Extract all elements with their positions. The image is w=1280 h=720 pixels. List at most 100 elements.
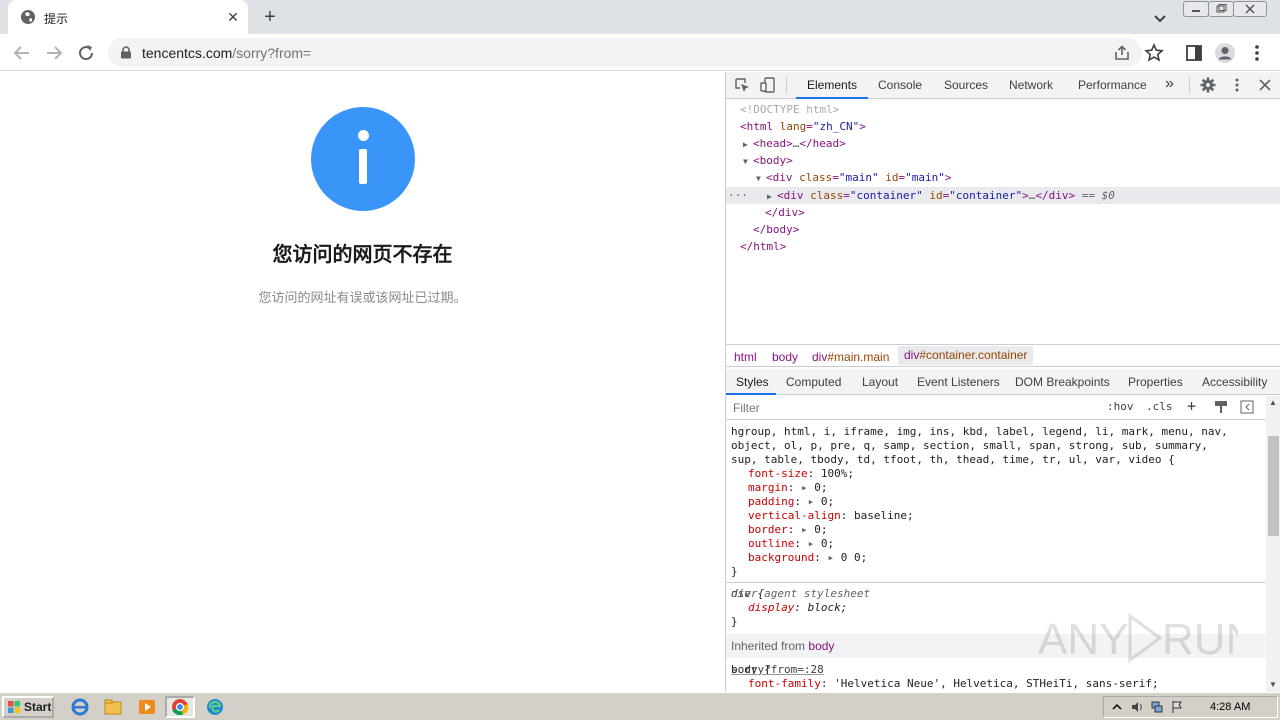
expand-shorthand-icon[interactable]: ▸ — [827, 551, 840, 564]
tab-console[interactable]: Console — [878, 78, 922, 92]
address-bar[interactable]: tencentcs.com/sorry?from= — [108, 38, 1142, 67]
tab-performance[interactable]: Performance — [1078, 78, 1147, 92]
inspect-element-icon[interactable] — [734, 77, 750, 93]
tab-dom-breakpoints[interactable]: DOM Breakpoints — [1015, 375, 1110, 389]
devtools-tab-bar: Elements Console Sources Network Perform… — [726, 72, 1280, 99]
media-player-icon[interactable] — [136, 697, 158, 717]
expand-shorthand-icon[interactable]: ▸ — [801, 523, 814, 536]
collapse-triangle-icon[interactable]: ▼ — [743, 153, 753, 170]
selected-node-marker: == $0 — [1081, 189, 1115, 202]
side-panel-icon[interactable] — [1183, 42, 1205, 64]
css-declaration[interactable]: font-family: 'Helvetica Neue', Helvetica… — [748, 677, 1159, 691]
more-tabs-icon[interactable]: » — [1165, 75, 1174, 93]
tab-properties[interactable]: Properties — [1128, 375, 1183, 389]
new-tab-button[interactable]: + — [258, 5, 282, 29]
tab-network[interactable]: Network — [1009, 78, 1053, 92]
dom-node-head[interactable]: ▶ <head>…</head> — [726, 135, 1280, 152]
kebab-menu-icon[interactable] — [1246, 42, 1268, 64]
expand-shorthand-icon[interactable]: ▸ — [801, 481, 814, 494]
close-devtools-icon[interactable] — [1257, 77, 1273, 93]
css-declaration[interactable]: padding: ▸ 0; — [748, 495, 834, 509]
styles-scrollbar[interactable]: ▲ ▼ — [1266, 396, 1280, 692]
breadcrumb-html[interactable]: html — [734, 350, 757, 364]
css-declaration[interactable]: font-size: 100%; — [748, 467, 854, 481]
toggle-sidebar-icon[interactable] — [1240, 400, 1254, 414]
hover-state-toggle[interactable]: :hov — [1107, 400, 1134, 413]
tab-close-icon[interactable]: ✕ — [224, 8, 242, 26]
dom-node-close-body[interactable]: </body> — [726, 221, 1280, 238]
internet-explorer-icon[interactable] — [69, 697, 91, 717]
css-declaration[interactable]: vertical-align: baseline; — [748, 509, 914, 523]
scroll-up-arrow-icon[interactable]: ▲ — [1269, 398, 1277, 407]
url-text[interactable]: tencentcs.com/sorry?from= — [142, 45, 311, 61]
paint-brush-icon[interactable] — [1214, 400, 1228, 414]
new-rule-icon[interactable]: + — [1187, 397, 1196, 415]
dom-node-body[interactable]: ▼ <body> — [726, 152, 1280, 169]
lock-icon[interactable] — [120, 46, 132, 59]
reload-icon[interactable] — [74, 41, 98, 65]
css-close-brace: } — [731, 565, 738, 578]
bookmark-star-icon[interactable] — [1143, 42, 1165, 64]
expand-triangle-icon[interactable]: ▶ — [743, 136, 753, 153]
collapse-triangle-icon[interactable]: ▼ — [756, 170, 766, 187]
expand-shorthand-icon[interactable]: ▸ — [808, 495, 821, 508]
css-declaration[interactable]: outline: ▸ 0; — [748, 537, 834, 551]
css-selector-line[interactable]: sup, table, tbody, td, tfoot, th, thead,… — [731, 453, 1175, 467]
tab-computed[interactable]: Computed — [786, 375, 841, 389]
system-clock[interactable]: 4:28 AM — [1210, 701, 1250, 713]
url-path: /sorry?from= — [232, 45, 312, 61]
tab-event-listeners[interactable]: Event Listeners — [917, 375, 1000, 389]
css-declaration[interactable]: border: ▸ 0; — [748, 523, 828, 537]
tab-elements[interactable]: Elements — [807, 78, 857, 92]
tab-sources[interactable]: Sources — [944, 78, 988, 92]
tab-styles[interactable]: Styles — [736, 375, 769, 389]
tab-layout[interactable]: Layout — [862, 375, 898, 389]
chevron-up-icon[interactable] — [1110, 700, 1124, 714]
start-button[interactable]: Start — [2, 696, 54, 718]
css-declaration[interactable]: background: ▸ 0 0; — [748, 551, 867, 565]
scroll-down-arrow-icon[interactable]: ▼ — [1269, 680, 1277, 689]
css-selector-line[interactable]: hgroup, html, i, iframe, img, ins, kbd, … — [731, 425, 1228, 439]
profile-avatar-icon[interactable] — [1214, 42, 1236, 64]
restore-button[interactable] — [1208, 1, 1234, 17]
edge-icon[interactable] — [204, 697, 226, 717]
css-selector-line[interactable]: object, ol, p, pre, q, samp, section, sm… — [731, 439, 1208, 453]
chrome-taskbar-button[interactable] — [165, 696, 195, 718]
action-center-flag-icon[interactable] — [1170, 700, 1184, 714]
minimize-button[interactable] — [1183, 1, 1209, 17]
breadcrumb-div-container[interactable]: div#container.container — [898, 346, 1034, 365]
expand-shorthand-icon[interactable]: ▸ — [808, 537, 821, 550]
scrollbar-thumb[interactable] — [1268, 436, 1279, 536]
system-tray: 4:28 AM — [1103, 696, 1278, 718]
browser-tab[interactable]: 提示 ✕ — [8, 0, 248, 34]
inherited-body-link[interactable]: body — [808, 639, 834, 653]
volume-icon[interactable] — [1130, 700, 1144, 714]
class-toggle[interactable]: .cls — [1146, 400, 1173, 413]
breadcrumb-body[interactable]: body — [772, 350, 798, 364]
styles-filter-input[interactable] — [728, 398, 1098, 417]
expand-triangle-icon[interactable]: ▶ — [767, 188, 777, 205]
dom-breadcrumbs: html body div#main.main div#container.co… — [726, 344, 1280, 367]
breadcrumb-div-main[interactable]: div#main.main — [812, 350, 889, 364]
file-explorer-icon[interactable] — [102, 697, 124, 717]
dom-node-close-div[interactable]: </div> — [726, 204, 1280, 221]
row-menu-icon[interactable]: ··· — [728, 187, 748, 204]
css-declaration[interactable]: display: block; — [748, 601, 847, 615]
dom-node-div-container[interactable]: ··· ▶ <div class="container" id="containe… — [726, 187, 1280, 204]
back-arrow-icon[interactable] — [10, 41, 34, 65]
dom-node-html[interactable]: <html lang="zh_CN"> — [726, 118, 1280, 135]
dom-node-div-main[interactable]: ▼ <div class="main" id="main"> — [726, 169, 1280, 186]
css-declaration[interactable]: margin: ▸ 0; — [748, 481, 828, 495]
device-toolbar-icon[interactable] — [760, 77, 776, 93]
svg-text:RUN: RUN — [1162, 615, 1238, 664]
tab-accessibility[interactable]: Accessibility — [1202, 375, 1267, 389]
dom-node-doctype[interactable]: <!DOCTYPE html> — [726, 101, 1280, 118]
share-icon[interactable] — [1113, 44, 1131, 62]
chevron-down-icon[interactable] — [1150, 8, 1170, 28]
gear-icon[interactable] — [1200, 77, 1216, 93]
network-icon[interactable] — [1150, 700, 1164, 714]
forward-arrow-icon[interactable] — [42, 41, 66, 65]
devtools-menu-icon[interactable] — [1229, 77, 1245, 93]
dom-node-close-html[interactable]: </html> — [726, 238, 1280, 255]
close-window-button[interactable] — [1233, 1, 1267, 17]
